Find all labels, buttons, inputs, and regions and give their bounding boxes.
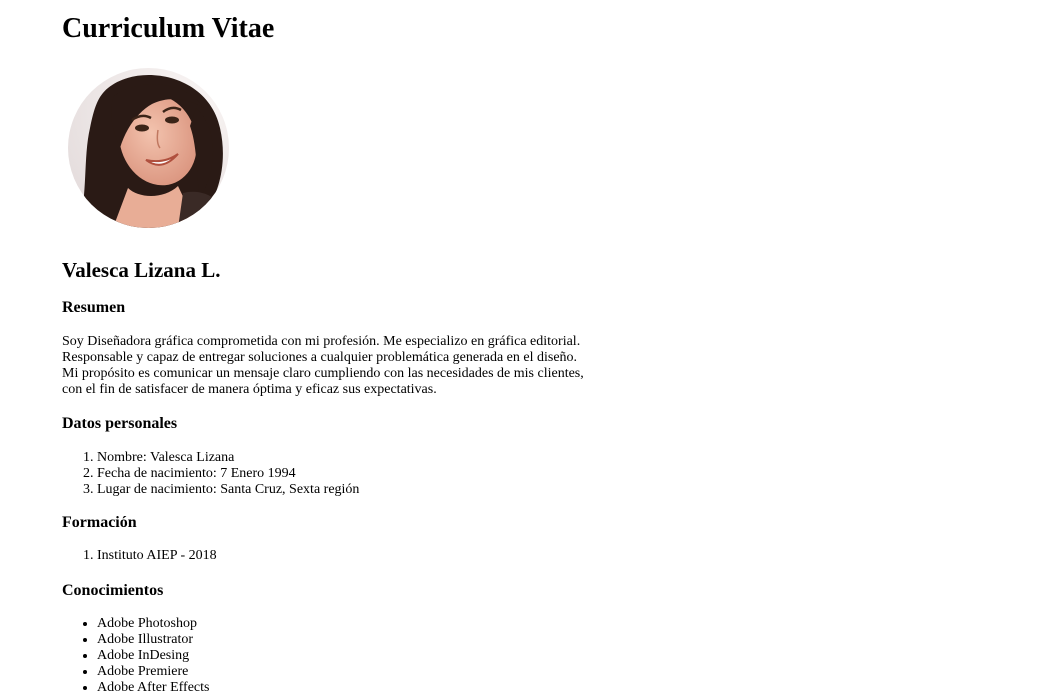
summary-line: Mi propósito es comunicar un mensaje cla… xyxy=(62,366,584,381)
person-name: Valesca Lizana L. xyxy=(62,258,221,282)
summary-line: Soy Diseñadora gráfica comprometida con … xyxy=(62,334,581,349)
education-heading: Formación xyxy=(62,514,137,531)
list-item: Adobe Photoshop xyxy=(97,616,209,632)
page-title: Curriculum Vitae xyxy=(62,13,275,44)
list-item: Adobe Illustrator xyxy=(97,632,209,648)
list-item: Adobe InDesing xyxy=(97,648,209,664)
list-item: Lugar de nacimiento: Santa Cruz, Sexta r… xyxy=(97,482,359,498)
profile-photo xyxy=(68,68,229,228)
summary-line: con el fin de satisfacer de manera óptim… xyxy=(62,382,437,397)
personal-list: Nombre: Valesca Lizana Fecha de nacimien… xyxy=(62,450,359,498)
education-list: Instituto AIEP - 2018 xyxy=(62,548,217,564)
profile-photo-image xyxy=(68,68,229,228)
summary-paragraph: Soy Diseñadora gráfica comprometida con … xyxy=(62,334,584,398)
list-item: Fecha de nacimiento: 7 Enero 1994 xyxy=(97,466,359,482)
summary-heading: Resumen xyxy=(62,299,126,316)
skills-list: Adobe Photoshop Adobe Illustrator Adobe … xyxy=(62,616,209,696)
list-item: Nombre: Valesca Lizana xyxy=(97,450,359,466)
list-item: Instituto AIEP - 2018 xyxy=(97,548,217,564)
list-item: Adobe Premiere xyxy=(97,664,209,680)
summary-line: Responsable y capaz de entregar solucion… xyxy=(62,350,578,365)
skills-heading: Conocimientos xyxy=(62,582,164,599)
personal-heading: Datos personales xyxy=(62,415,178,432)
list-item: Adobe After Effects xyxy=(97,680,209,696)
